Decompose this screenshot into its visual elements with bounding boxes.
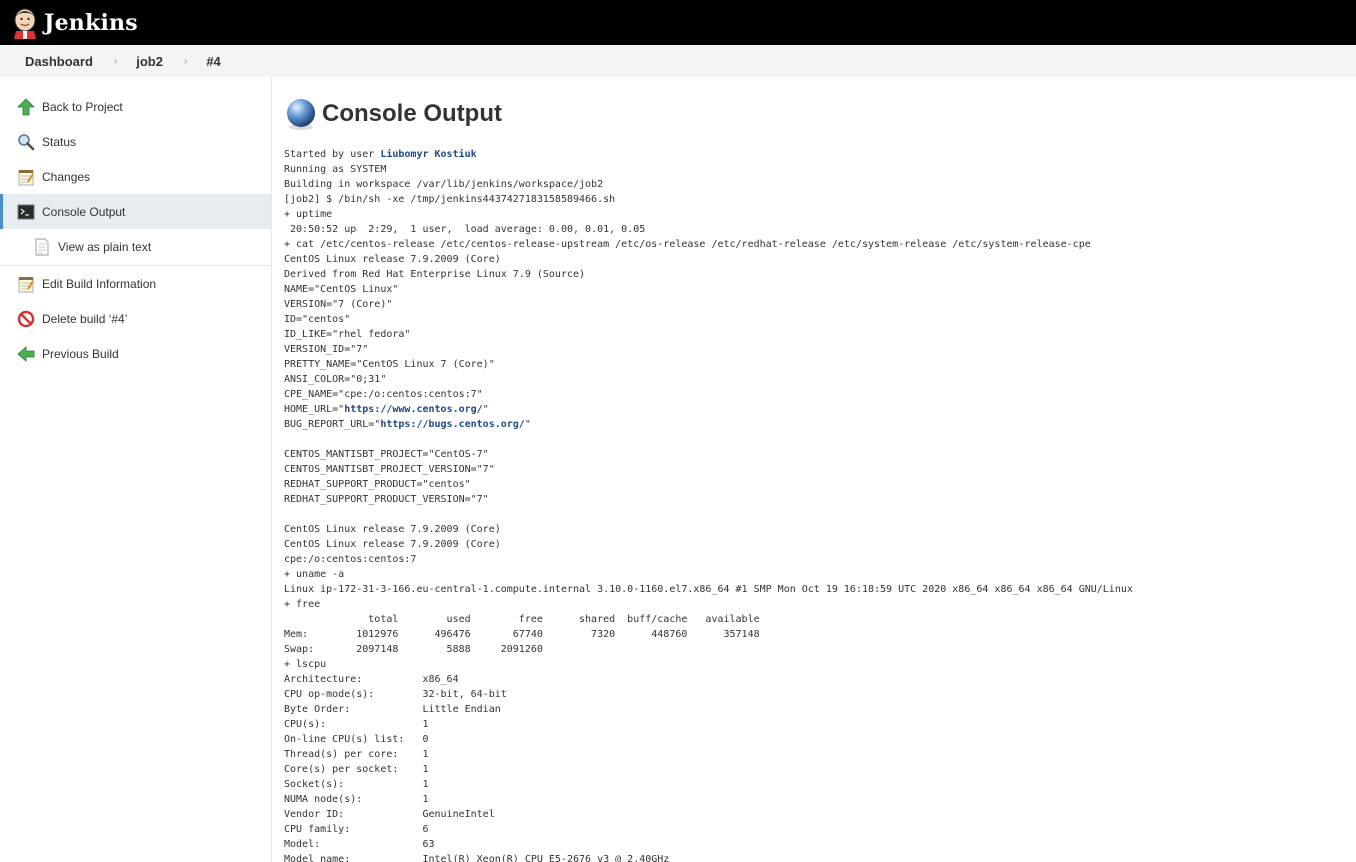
sidebar-item-delete-build[interactable]: Delete build ‘#4’ — [0, 301, 271, 336]
breadcrumb-chevron-icon: › — [113, 55, 118, 67]
breadcrumb: Dashboard › job2 › #4 — [0, 45, 1356, 77]
up-arrow-icon — [17, 97, 35, 116]
breadcrumb-build[interactable]: #4 — [204, 54, 222, 69]
console-user-link[interactable]: Liubomyr Kostiuk — [380, 149, 476, 160]
page-title-row: Console Output — [284, 95, 1356, 133]
sidebar-item-console-output[interactable]: Console Output — [0, 194, 271, 229]
console-text-block: Running as SYSTEM Building in workspace … — [284, 164, 1091, 400]
sidebar-item-label: Previous Build — [42, 346, 119, 361]
sidebar-item-back-to-project[interactable]: Back to Project — [0, 89, 271, 124]
console-home-suffix: " — [482, 404, 489, 415]
sidebar-item-changes[interactable]: Changes — [0, 159, 271, 194]
notepad-icon — [17, 168, 35, 186]
breadcrumb-job[interactable]: job2 — [134, 54, 165, 69]
console-bug-url-link[interactable]: https://bugs.centos.org/ — [380, 419, 525, 430]
sidebar-item-label: View as plain text — [58, 240, 152, 254]
magnifier-icon — [17, 133, 35, 151]
sidebar-item-label: Back to Project — [42, 99, 123, 114]
console-output-log: Started by user Liubomyr Kostiuk Running… — [284, 147, 1356, 862]
blue-ball-icon — [284, 97, 318, 131]
console-started-prefix: Started by user — [284, 149, 381, 160]
left-arrow-icon — [17, 345, 35, 363]
jenkins-brand[interactable]: Jenkins — [44, 10, 138, 36]
top-header: Jenkins — [0, 0, 1356, 45]
document-icon — [33, 238, 51, 256]
console-home-url-link[interactable]: https://www.centos.org/ — [344, 404, 482, 415]
console-home-prefix: HOME_URL=" — [284, 404, 345, 415]
console-bug-prefix: BUG_REPORT_URL=" — [284, 419, 381, 430]
sidebar-item-label: Edit Build Information — [42, 276, 157, 291]
sidebar: Back to Project Status Changes Console O… — [0, 77, 272, 862]
sidebar-item-label: Changes — [42, 169, 91, 184]
sidebar-item-status[interactable]: Status — [0, 124, 271, 159]
sidebar-item-label: Status — [42, 134, 77, 149]
console-bug-suffix: " — [524, 419, 531, 430]
breadcrumb-dashboard[interactable]: Dashboard — [23, 54, 95, 69]
notepad-icon — [17, 275, 35, 293]
sidebar-item-view-plain-text[interactable]: View as plain text — [0, 229, 271, 266]
sidebar-item-label: Delete build ‘#4’ — [42, 311, 128, 326]
breadcrumb-chevron-icon: › — [183, 55, 188, 67]
sidebar-item-previous-build[interactable]: Previous Build — [0, 336, 271, 371]
jenkins-butler-icon[interactable] — [12, 7, 38, 39]
terminal-icon — [17, 203, 35, 221]
no-entry-icon — [17, 310, 35, 328]
sidebar-item-label: Console Output — [42, 204, 126, 219]
page-title: Console Output — [322, 100, 502, 127]
main-content: Console Output Started by user Liubomyr … — [272, 77, 1356, 862]
console-text-block: CENTOS_MANTISBT_PROJECT="CentOS-7" CENTO… — [284, 449, 1133, 862]
sidebar-item-edit-build-information[interactable]: Edit Build Information — [0, 266, 271, 301]
